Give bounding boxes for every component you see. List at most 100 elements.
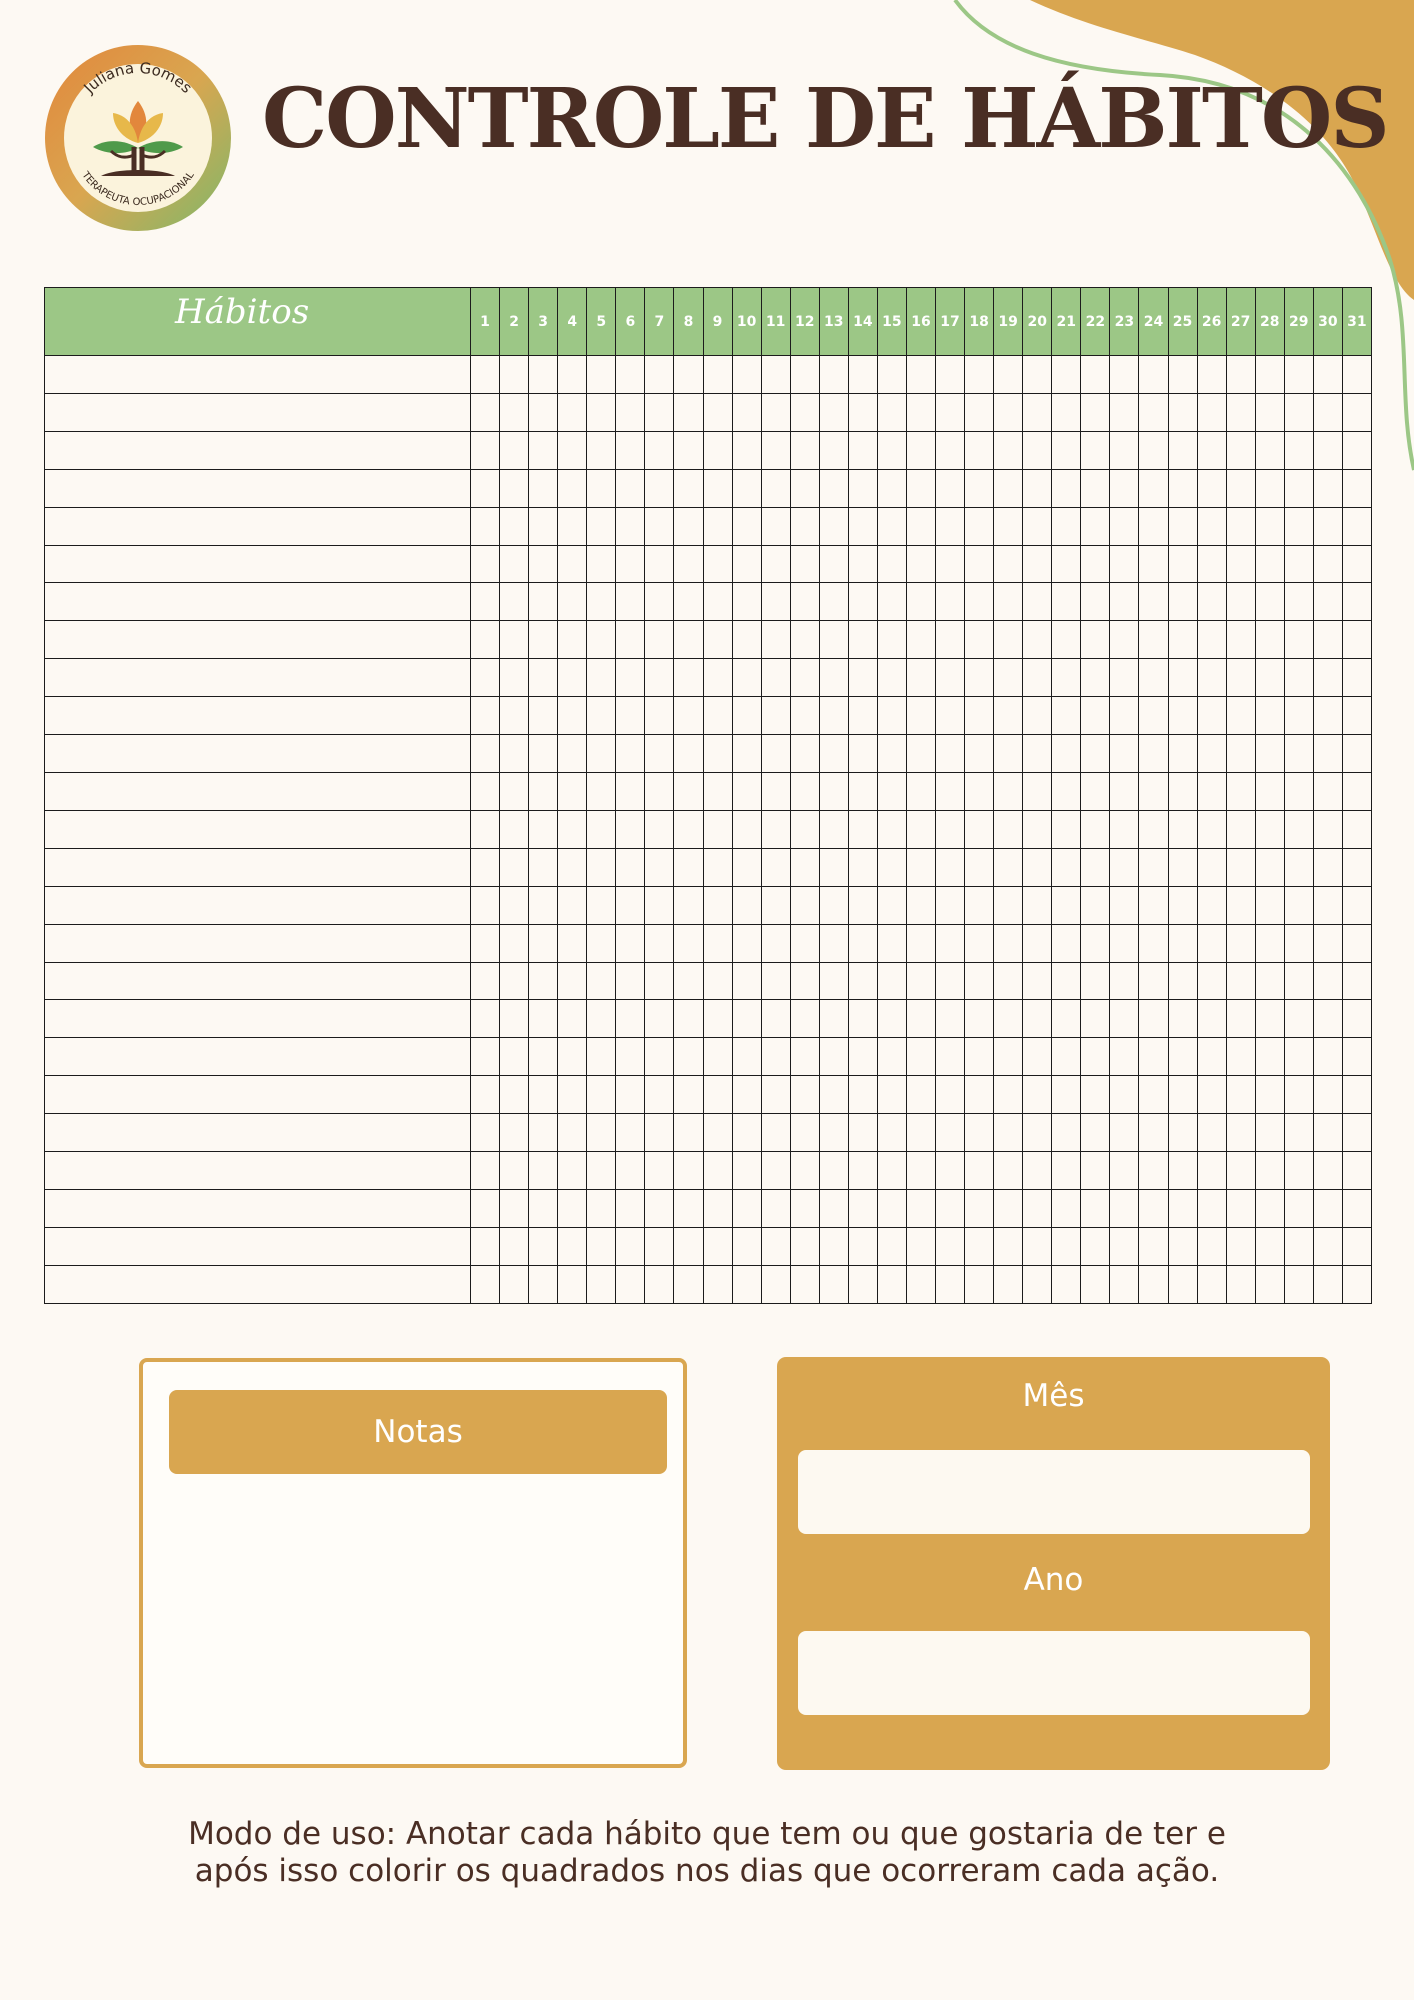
habit-name-cell[interactable] — [44, 847, 471, 887]
day-checkbox-cell[interactable] — [1167, 999, 1198, 1039]
day-checkbox-cell[interactable] — [1022, 809, 1053, 849]
day-checkbox-cell[interactable] — [702, 696, 733, 736]
day-checkbox-cell[interactable] — [789, 999, 820, 1039]
day-checkbox-cell[interactable] — [818, 430, 849, 470]
day-checkbox-cell[interactable] — [1283, 696, 1314, 736]
day-checkbox-cell[interactable] — [1196, 620, 1227, 660]
day-checkbox-cell[interactable] — [905, 734, 937, 773]
day-checkbox-cell[interactable] — [469, 1226, 501, 1266]
day-checkbox-cell[interactable] — [818, 392, 849, 432]
day-checkbox-cell[interactable] — [1341, 885, 1372, 925]
notes-area[interactable] — [163, 1486, 663, 1748]
day-checkbox-cell[interactable] — [1225, 658, 1256, 698]
day-checkbox-cell[interactable] — [905, 1151, 937, 1190]
day-checkbox-cell[interactable] — [673, 923, 704, 963]
day-checkbox-cell[interactable] — [644, 582, 675, 622]
day-checkbox-cell[interactable] — [1138, 620, 1169, 660]
day-checkbox-cell[interactable] — [557, 582, 588, 622]
day-checkbox-cell[interactable] — [731, 961, 762, 1001]
day-checkbox-cell[interactable] — [760, 658, 791, 698]
day-checkbox-cell[interactable] — [934, 392, 966, 432]
day-checkbox-cell[interactable] — [469, 1075, 501, 1115]
day-checkbox-cell[interactable] — [1022, 430, 1053, 470]
day-checkbox-cell[interactable] — [760, 1188, 791, 1228]
day-checkbox-cell[interactable] — [1341, 430, 1372, 470]
day-checkbox-cell[interactable] — [993, 1226, 1024, 1266]
day-checkbox-cell[interactable] — [1080, 544, 1111, 584]
day-checkbox-cell[interactable] — [905, 1113, 937, 1153]
day-checkbox-cell[interactable] — [586, 658, 617, 698]
day-checkbox-cell[interactable] — [731, 506, 762, 546]
day-checkbox-cell[interactable] — [847, 620, 878, 660]
day-checkbox-cell[interactable] — [673, 1075, 704, 1115]
day-checkbox-cell[interactable] — [1254, 544, 1285, 584]
day-checkbox-cell[interactable] — [644, 1151, 675, 1190]
day-checkbox-cell[interactable] — [702, 658, 733, 698]
day-checkbox-cell[interactable] — [731, 771, 762, 811]
day-checkbox-cell[interactable] — [993, 582, 1024, 622]
day-checkbox-cell[interactable] — [557, 885, 588, 925]
day-checkbox-cell[interactable] — [1283, 506, 1314, 546]
day-checkbox-cell[interactable] — [615, 1264, 646, 1305]
day-checkbox-cell[interactable] — [1254, 885, 1285, 925]
day-checkbox-cell[interactable] — [644, 355, 675, 394]
day-checkbox-cell[interactable] — [789, 506, 820, 546]
day-checkbox-cell[interactable] — [818, 355, 849, 394]
day-checkbox-cell[interactable] — [615, 1188, 646, 1228]
day-checkbox-cell[interactable] — [1341, 620, 1372, 660]
day-checkbox-cell[interactable] — [876, 544, 907, 584]
day-checkbox-cell[interactable] — [673, 885, 704, 925]
day-checkbox-cell[interactable] — [934, 1264, 966, 1305]
day-checkbox-cell[interactable] — [528, 961, 559, 1001]
day-checkbox-cell[interactable] — [760, 885, 791, 925]
day-checkbox-cell[interactable] — [1283, 809, 1314, 849]
day-checkbox-cell[interactable] — [1196, 1264, 1227, 1305]
habit-name-cell[interactable] — [44, 809, 471, 849]
day-checkbox-cell[interactable] — [818, 1075, 849, 1115]
day-checkbox-cell[interactable] — [702, 1037, 733, 1077]
day-checkbox-cell[interactable] — [1312, 847, 1343, 887]
day-checkbox-cell[interactable] — [876, 506, 907, 546]
day-checkbox-cell[interactable] — [789, 468, 820, 508]
day-checkbox-cell[interactable] — [993, 696, 1024, 736]
day-checkbox-cell[interactable] — [499, 392, 530, 432]
day-checkbox-cell[interactable] — [789, 544, 820, 584]
day-checkbox-cell[interactable] — [847, 1188, 878, 1228]
day-checkbox-cell[interactable] — [557, 923, 588, 963]
day-checkbox-cell[interactable] — [818, 1188, 849, 1228]
day-checkbox-cell[interactable] — [1080, 1037, 1111, 1077]
day-checkbox-cell[interactable] — [1254, 1226, 1285, 1266]
day-checkbox-cell[interactable] — [557, 847, 588, 887]
day-checkbox-cell[interactable] — [993, 999, 1024, 1039]
day-checkbox-cell[interactable] — [905, 961, 937, 1001]
day-checkbox-cell[interactable] — [964, 582, 995, 622]
day-checkbox-cell[interactable] — [528, 1226, 559, 1266]
day-checkbox-cell[interactable] — [1196, 696, 1227, 736]
day-checkbox-cell[interactable] — [1109, 355, 1140, 394]
day-checkbox-cell[interactable] — [499, 809, 530, 849]
habit-name-cell[interactable] — [44, 620, 471, 660]
day-checkbox-cell[interactable] — [934, 582, 966, 622]
day-checkbox-cell[interactable] — [557, 1075, 588, 1115]
day-checkbox-cell[interactable] — [499, 620, 530, 660]
day-checkbox-cell[interactable] — [905, 430, 937, 470]
day-checkbox-cell[interactable] — [1022, 544, 1053, 584]
day-checkbox-cell[interactable] — [847, 392, 878, 432]
day-checkbox-cell[interactable] — [469, 847, 501, 887]
day-checkbox-cell[interactable] — [1225, 430, 1256, 470]
day-checkbox-cell[interactable] — [789, 809, 820, 849]
day-checkbox-cell[interactable] — [557, 544, 588, 584]
day-checkbox-cell[interactable] — [1254, 771, 1285, 811]
day-checkbox-cell[interactable] — [905, 1075, 937, 1115]
day-checkbox-cell[interactable] — [1138, 885, 1169, 925]
day-checkbox-cell[interactable] — [1167, 961, 1198, 1001]
day-checkbox-cell[interactable] — [760, 620, 791, 660]
day-checkbox-cell[interactable] — [1022, 1264, 1053, 1305]
day-checkbox-cell[interactable] — [1283, 961, 1314, 1001]
day-checkbox-cell[interactable] — [789, 1075, 820, 1115]
day-checkbox-cell[interactable] — [469, 1264, 501, 1305]
day-checkbox-cell[interactable] — [905, 1037, 937, 1077]
day-checkbox-cell[interactable] — [1051, 468, 1082, 508]
day-checkbox-cell[interactable] — [905, 620, 937, 660]
day-checkbox-cell[interactable] — [1341, 468, 1372, 508]
